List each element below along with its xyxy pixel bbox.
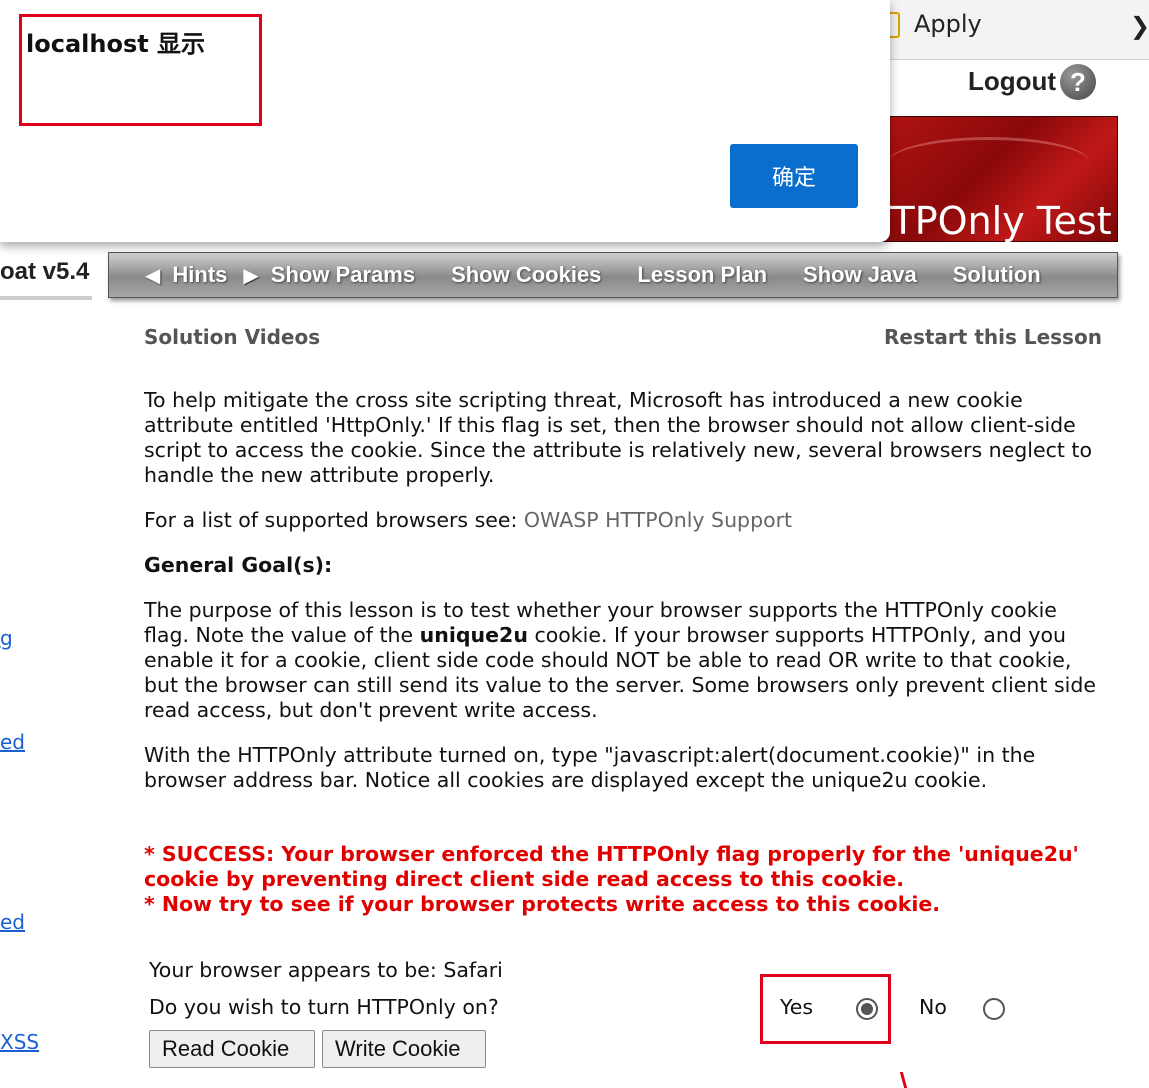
banner-decoration (889, 137, 1089, 187)
version-label: oat v5.4 (0, 258, 90, 285)
supported-prefix: For a list of supported browsers see: (144, 508, 524, 532)
lesson-content: To help mitigate the cross site scriptin… (144, 388, 1104, 813)
dialog-title: localhost 显示 (26, 30, 206, 58)
chevron-right-icon[interactable]: ❯ (1130, 12, 1149, 40)
solution-videos-link[interactable]: Solution Videos (144, 325, 320, 349)
menu-show-cookies[interactable]: Show Cookies (451, 262, 601, 288)
help-icon[interactable]: ? (1060, 64, 1096, 100)
yes-radio[interactable] (856, 998, 878, 1020)
prev-hint-icon[interactable]: ◀ (145, 263, 160, 287)
menu-hints[interactable]: Hints (172, 262, 227, 288)
sidebar-link-fragment[interactable]: g (0, 626, 13, 650)
dialog-ok-button[interactable]: 确定 (730, 144, 858, 208)
lesson-intro: To help mitigate the cross site scriptin… (144, 388, 1093, 487)
lesson-menu-bar: ◀ Hints ▶ Show Params Show Cookies Lesso… (108, 252, 1118, 298)
no-label: No (919, 995, 947, 1019)
goal-heading: General Goal(s): (144, 553, 333, 577)
success-line: * Now try to see if your browser protect… (144, 892, 941, 916)
menu-solution[interactable]: Solution (953, 262, 1041, 288)
alert-dialog: localhost 显示 确定 (0, 0, 890, 242)
success-message: * SUCCESS: Your browser enforced the HTT… (144, 842, 1124, 917)
no-radio[interactable] (983, 998, 1005, 1020)
read-cookie-button[interactable]: Read Cookie (149, 1030, 315, 1068)
sidebar-link-fragment[interactable]: ed (0, 730, 25, 754)
lesson-banner: TTPOnly Test (868, 116, 1118, 243)
menu-show-params[interactable]: Show Params (271, 262, 415, 288)
success-line: * SUCCESS: Your browser enforced the HTT… (144, 842, 1079, 891)
menu-lesson-plan[interactable]: Lesson Plan (637, 262, 767, 288)
annotation-mark (899, 1072, 911, 1088)
cookie-name: unique2u (419, 623, 528, 647)
lesson-purpose: The purpose of this lesson is to test wh… (144, 598, 1104, 723)
browser-detected: Your browser appears to be: Safari (149, 958, 503, 982)
banner-title: TTPOnly Test (869, 199, 1112, 243)
menu-show-java[interactable]: Show Java (803, 262, 917, 288)
next-hint-icon[interactable]: ▶ (243, 263, 258, 287)
apply-checkbox[interactable] (890, 12, 900, 38)
logout-link[interactable]: Logout (968, 66, 1056, 97)
yes-label: Yes (780, 995, 814, 1019)
browser-toolbar: Apply ❯ (890, 0, 1149, 60)
sidebar-link-fragment[interactable]: ed (0, 910, 25, 934)
owasp-httponly-link[interactable]: OWASP HTTPOnly Support (524, 508, 792, 532)
lesson-instruction: With the HTTPOnly attribute turned on, t… (144, 743, 1036, 792)
httponly-question: Do you wish to turn HTTPOnly on? (149, 995, 499, 1019)
write-cookie-button[interactable]: Write Cookie (322, 1030, 486, 1068)
sidebar-link-fragment[interactable]: XSS (0, 1030, 39, 1054)
apply-button[interactable]: Apply (914, 10, 982, 38)
restart-lesson-link[interactable]: Restart this Lesson (884, 325, 1102, 349)
version-divider (0, 296, 92, 300)
supported-browsers: For a list of supported browsers see: OW… (144, 508, 1104, 533)
